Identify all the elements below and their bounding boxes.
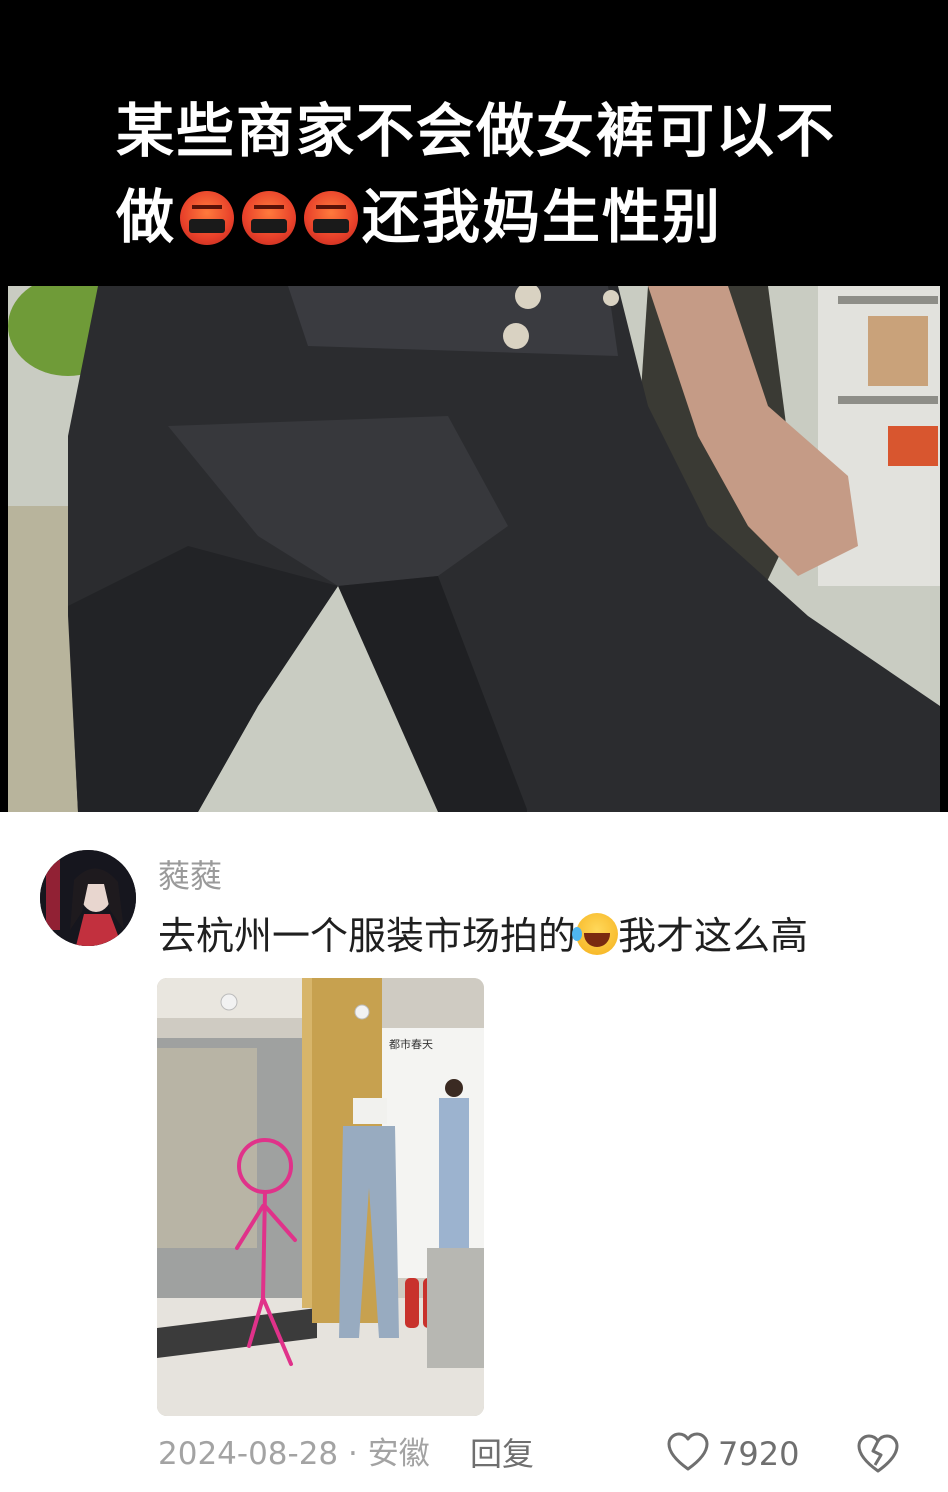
caption-line-2-end: 还我妈生性别	[362, 183, 723, 251]
like-count: 7920	[718, 1435, 800, 1473]
meta-separator: ·	[348, 1436, 358, 1472]
caption-line-1: 某些商家不会做女裤可以不	[116, 97, 837, 165]
video-player[interactable]: 某些商家不会做女裤可以不 做 还我妈生性别	[0, 0, 948, 812]
like-button[interactable]: 7920	[666, 1430, 799, 1478]
comment-text-after: 我才这么高	[618, 914, 809, 958]
comment-date: 2024-08-28	[158, 1436, 339, 1472]
comment-image[interactable]: 都市春天	[157, 978, 484, 1416]
avatar[interactable]	[40, 850, 136, 946]
comment-username[interactable]: 蕤蕤	[158, 856, 222, 896]
video-caption: 某些商家不会做女裤可以不 做 还我妈生性别	[116, 88, 856, 260]
comment-meta: 2024-08-28 · 安徽	[158, 1432, 430, 1476]
comment-location: 安徽	[367, 1436, 430, 1472]
shop-sign-text: 都市春天	[389, 1037, 433, 1051]
video-frame-image	[8, 286, 940, 812]
angry-face-icon	[242, 191, 297, 245]
heart-icon	[666, 1431, 710, 1477]
laughing-face-icon	[572, 913, 619, 955]
reply-button[interactable]: 回复	[470, 1432, 534, 1476]
broken-heart-icon	[856, 1434, 900, 1480]
comment-text: 去杭州一个服装市场拍的 我才这么高	[158, 912, 808, 960]
caption-line-2: 做 还我妈生性别	[116, 174, 856, 260]
comment-text-before: 去杭州一个服装市场拍的	[158, 914, 577, 958]
dislike-button[interactable]	[856, 1432, 900, 1476]
angry-face-icon	[304, 191, 359, 245]
angry-face-icon	[180, 191, 235, 245]
caption-line-2-start: 做	[116, 183, 177, 251]
